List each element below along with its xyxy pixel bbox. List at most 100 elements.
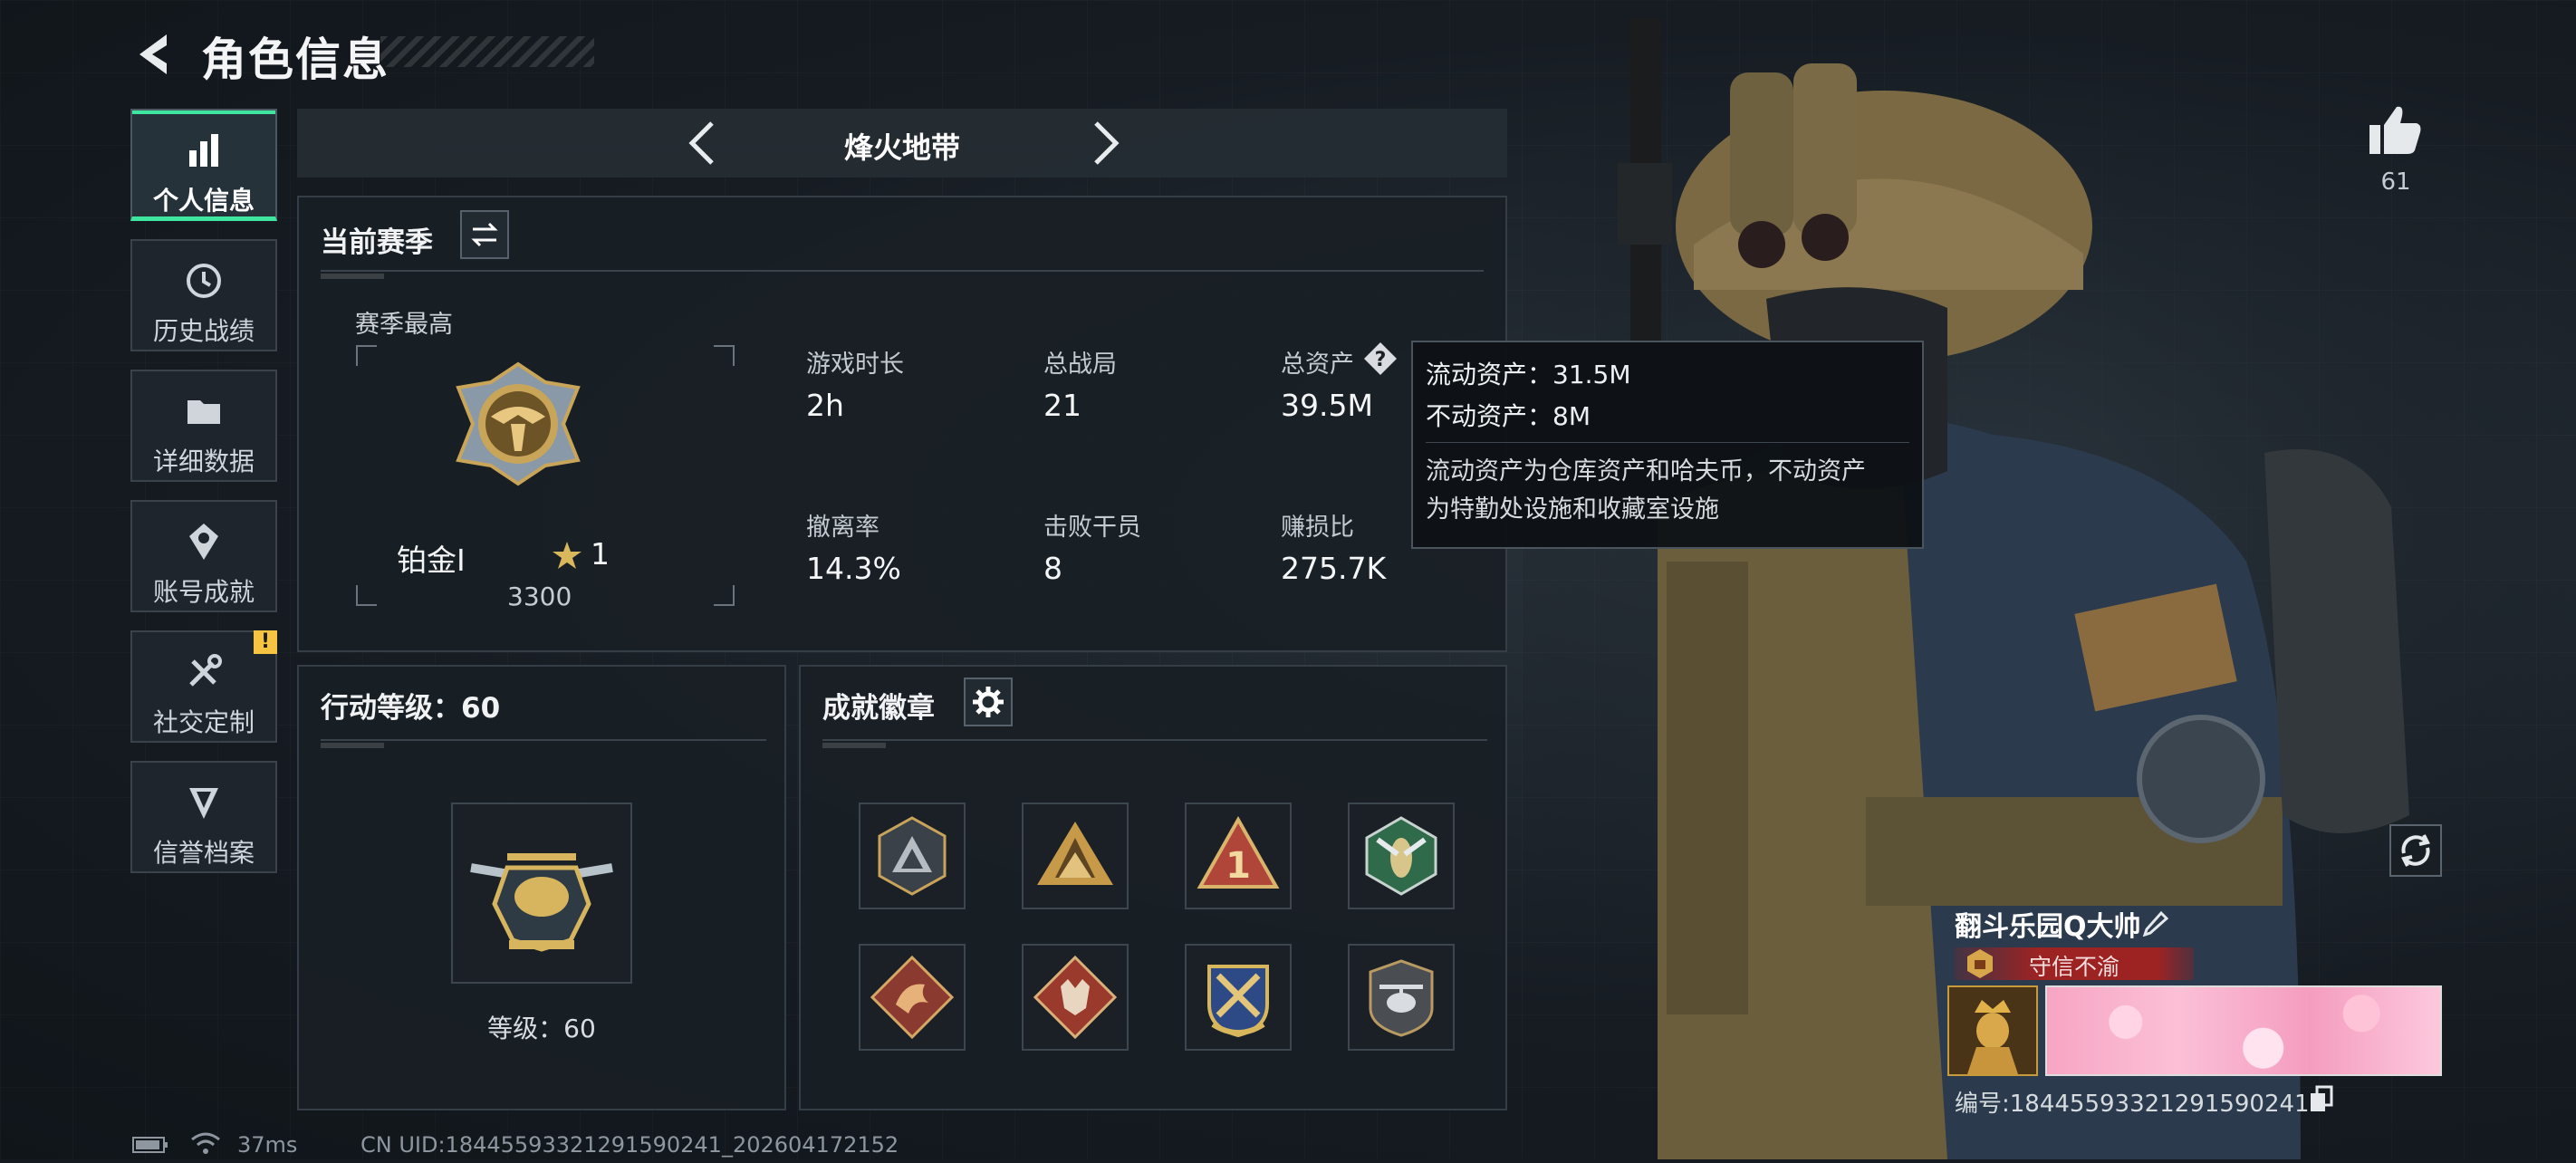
sidebar-item-personal-info[interactable]: 个人信息 [130, 109, 277, 221]
svg-text:1: 1 [1226, 845, 1251, 887]
svg-text:?: ? [1375, 349, 1387, 371]
avatar-portrait-icon [1949, 987, 2036, 1074]
stat-value: 275.7K [1281, 551, 1387, 586]
sidebar-item-label: 社交定制 [152, 707, 255, 737]
player-id: 编号:18445593321291590241 [1955, 1091, 2310, 1118]
edit-name-button[interactable] [2141, 906, 2172, 937]
stat-value: 2h [806, 388, 844, 423]
achievement-badge-slot[interactable]: 1 [1185, 803, 1292, 909]
fixed-asset-text: 不动资产：8M [1426, 401, 1591, 431]
wolf-badge-icon [1033, 955, 1118, 1040]
stat-value: 39.5M [1281, 388, 1373, 423]
achievement-badge-slot[interactable] [1348, 944, 1455, 1051]
achievement-badge-slot[interactable] [859, 944, 966, 1051]
asset-tooltip: 流动资产：31.5M 不动资产：8M 流动资产为仓库资产和哈夫币，不动资产 为特… [1411, 341, 1924, 549]
credit-shield-icon [189, 788, 218, 819]
pencil-icon [2142, 910, 2169, 937]
season-switch-button[interactable] [460, 210, 509, 259]
helicopter-badge-icon [1369, 959, 1434, 1037]
history-clock-icon [187, 264, 221, 298]
season-panel: 当前赛季 赛季最高 铂金Ⅰ 1 3300 游戏时长 2h 总战局 21 总资产 … [297, 196, 1507, 652]
action-level-title: 行动等级：60 [321, 692, 501, 725]
sidebar-item-label: 个人信息 [152, 186, 255, 216]
sidebar-item-label: 信誉档案 [152, 838, 255, 868]
badge-settings-button[interactable] [964, 678, 1013, 726]
player-name: 翻斗乐园Q大帅 [1955, 911, 2141, 943]
level-text: 等级：60 [487, 1014, 596, 1043]
like-button[interactable] [2366, 103, 2424, 158]
rank-name: 铂金Ⅰ [397, 543, 466, 578]
mode-switcher: 烽火地带 [297, 109, 1507, 178]
divider-tick [822, 743, 886, 748]
sidebar-item-history[interactable]: 历史战绩 [130, 239, 277, 351]
achievement-icon [189, 524, 218, 560]
achievement-badge-slot[interactable] [1022, 803, 1129, 909]
dragon-badge-icon [870, 955, 955, 1040]
stat-label: 赚损比 [1281, 514, 1354, 542]
stat-label: 击败干员 [1043, 514, 1141, 542]
triangle-badge-icon [878, 816, 947, 896]
honor-title-text: 守信不渝 [2029, 954, 2120, 980]
network-ping: 37ms [237, 1132, 298, 1158]
level-emblem-frame [451, 803, 632, 984]
sidebar-item-label: 历史战绩 [152, 316, 255, 346]
helicopter-level-emblem-icon [470, 853, 613, 952]
sidebar-item-detail-data[interactable]: 详细数据 [130, 370, 277, 482]
sidebar-item-label: 详细数据 [152, 447, 255, 476]
thumbs-up-icon [2369, 106, 2421, 154]
honor-emblem-icon [1967, 949, 1993, 978]
notice-badge: ! [254, 630, 277, 654]
stat-value: 8 [1043, 551, 1062, 586]
stat-label: 总战局 [1043, 351, 1117, 379]
back-arrow-icon [139, 34, 167, 74]
divider [321, 739, 766, 741]
achievement-badges-panel: 成就徽章 1 [799, 665, 1507, 1110]
back-button[interactable] [127, 27, 181, 82]
divider [321, 270, 1484, 272]
achievement-title: 成就徽章 [822, 692, 935, 725]
like-count: 61 [2380, 168, 2411, 196]
page-title: 角色信息 [201, 34, 389, 86]
wifi-icon [191, 1132, 220, 1154]
divider-tick [321, 274, 384, 279]
mode-title: 烽火地带 [843, 130, 960, 165]
folder-icon [187, 400, 220, 424]
season-best-label: 赛季最高 [355, 311, 453, 339]
avatar[interactable] [1947, 985, 2038, 1076]
divider-tick [321, 743, 384, 748]
copy-id-button[interactable] [2308, 1085, 2335, 1114]
uid-text: CN UID:18445593321291590241_202604172152 [360, 1132, 899, 1158]
tooltip-divider [1426, 442, 1909, 443]
star-icon [553, 542, 582, 569]
wasp-badge-icon [1365, 816, 1437, 896]
sidebar-item-achievements[interactable]: 账号成就 [130, 500, 277, 612]
achievement-badge-slot[interactable] [859, 803, 966, 909]
season-title: 当前赛季 [321, 226, 433, 259]
achievement-badge-slot[interactable] [1185, 944, 1292, 1051]
rank-points: 3300 [507, 582, 572, 611]
asset-description-line: 流动资产为仓库资产和哈夫币，不动资产 [1426, 457, 1866, 485]
mode-next-button[interactable] [1076, 116, 1130, 170]
achievement-badge-slot[interactable] [1348, 803, 1455, 909]
stat-label: 游戏时长 [806, 351, 904, 379]
platinum-rank-emblem-icon [456, 361, 581, 486]
refresh-icon [2401, 834, 2430, 867]
tools-icon [189, 654, 222, 687]
asset-description-line: 为特勤处设施和收藏室设施 [1426, 495, 1719, 524]
gear-icon [973, 687, 1004, 717]
divider [822, 739, 1487, 741]
title-decoration [380, 36, 594, 67]
stat-label: 总资产 [1281, 351, 1354, 379]
mountain-badge-icon [1037, 822, 1113, 885]
asset-help-button[interactable]: ? [1362, 341, 1399, 377]
action-level-panel: 行动等级：60 等级：60 [297, 665, 786, 1110]
battery-icon [132, 1137, 168, 1153]
bar-chart-icon [189, 134, 218, 167]
sidebar-item-label: 账号成就 [152, 577, 255, 607]
player-banner [2045, 985, 2442, 1076]
achievement-badge-slot[interactable] [1022, 944, 1129, 1051]
sidebar-item-credit[interactable]: 信誉档案 [130, 761, 277, 873]
copy-icon [2311, 1085, 2333, 1111]
rotate-model-button[interactable] [2389, 824, 2442, 877]
help-icon: ? [1364, 342, 1397, 375]
